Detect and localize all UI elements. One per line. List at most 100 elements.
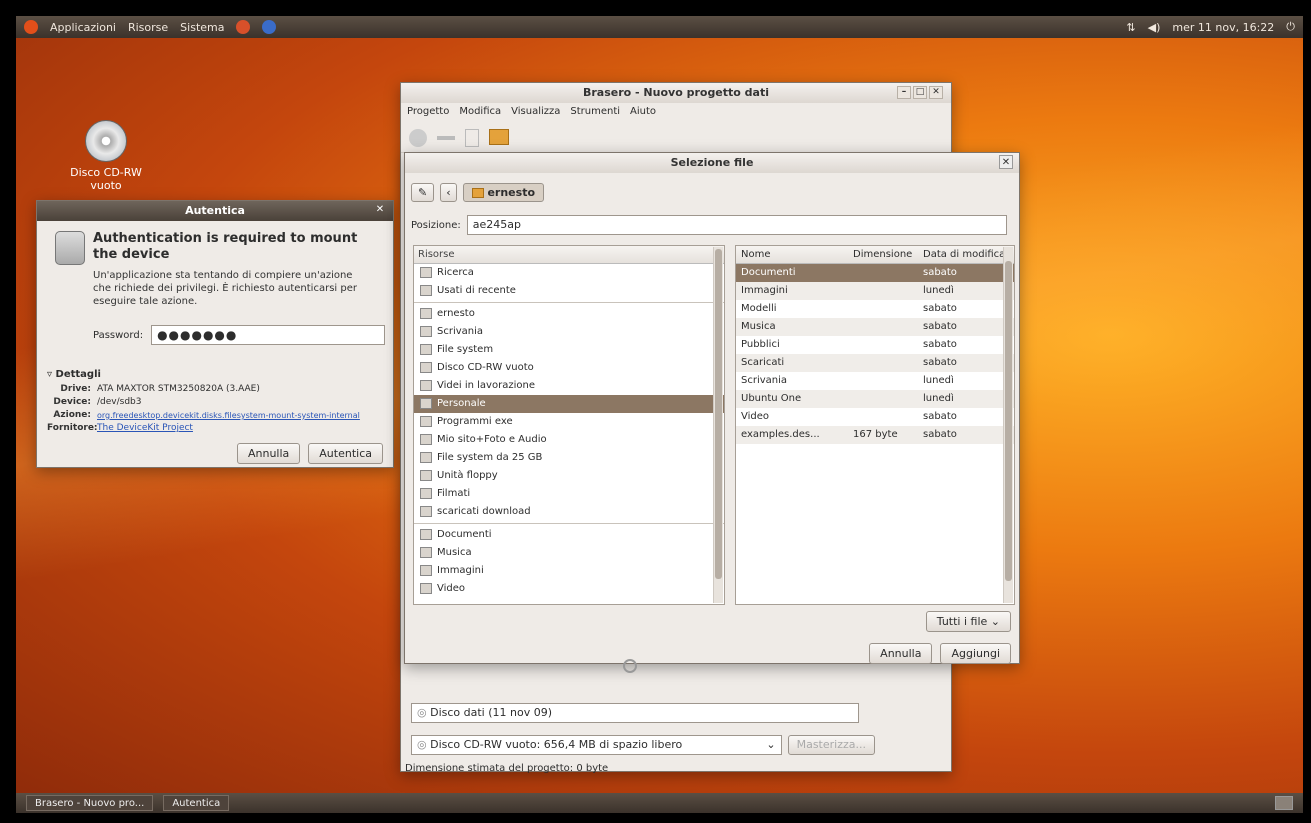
power-icon[interactable]: ⏻ bbox=[1286, 20, 1295, 34]
sidebar-item-videi-in-lavorazione[interactable]: Videi in lavorazione bbox=[414, 377, 724, 395]
drive-icon bbox=[420, 379, 432, 391]
sidebar-item-unit-floppy[interactable]: Unità floppy bbox=[414, 467, 724, 485]
firefox-icon[interactable] bbox=[236, 20, 251, 34]
close-icon[interactable]: ✕ bbox=[373, 203, 387, 217]
menu-risorse[interactable]: Risorse bbox=[128, 21, 168, 34]
sidebar-item-usati-di-recente[interactable]: Usati di recente bbox=[414, 282, 724, 300]
desktop-icon-cd[interactable]: Disco CD-RW vuoto bbox=[56, 120, 156, 192]
sidebar-item-mio-sito-foto-e-audio[interactable]: Mio sito+Foto e Audio bbox=[414, 431, 724, 449]
file-row[interactable]: examples.des... 167 byte sabato bbox=[736, 426, 1014, 444]
file-name: Video bbox=[741, 411, 770, 422]
file-row[interactable]: Scrivania lunedì bbox=[736, 372, 1014, 390]
sidebar-item-documenti[interactable]: Documenti bbox=[414, 526, 724, 544]
auth-cancel-button[interactable]: Annulla bbox=[236, 443, 301, 464]
add-button[interactable]: Aggiungi bbox=[940, 643, 1011, 664]
sidebar-item-video[interactable]: Video bbox=[414, 580, 724, 598]
file-date: lunedì bbox=[923, 393, 954, 404]
workspace-switcher-icon[interactable] bbox=[1275, 796, 1293, 810]
menu-applicazioni[interactable]: Applicazioni bbox=[50, 21, 116, 34]
cancel-button[interactable]: Annulla bbox=[869, 643, 933, 664]
file-row[interactable]: Musica sabato bbox=[736, 318, 1014, 336]
taskbar-item-autentica[interactable]: Autentica bbox=[163, 795, 230, 811]
places-scrollbar[interactable] bbox=[713, 247, 723, 603]
brasero-titlebar[interactable]: Brasero - Nuovo progetto dati – □ ✕ bbox=[401, 83, 951, 103]
sidebar-item-ernesto[interactable]: ernesto bbox=[414, 305, 724, 323]
sidebar-item-scrivania[interactable]: Scrivania bbox=[414, 323, 724, 341]
help-icon[interactable] bbox=[262, 20, 277, 34]
file-chooser-titlebar[interactable]: Selezione file ✕ bbox=[405, 153, 1019, 173]
taskbar-item-brasero[interactable]: Brasero - Nuovo pro... bbox=[26, 795, 154, 811]
drive-icon bbox=[420, 343, 432, 355]
col-dimensione[interactable]: Dimensione bbox=[848, 246, 918, 263]
menu-modifica[interactable]: Modifica bbox=[459, 106, 501, 120]
file-row[interactable]: Documenti sabato bbox=[736, 264, 1014, 282]
folder-icon bbox=[420, 528, 432, 540]
menu-visualizza[interactable]: Visualizza bbox=[511, 106, 560, 120]
location-label: Posizione: bbox=[411, 219, 461, 231]
col-nome[interactable]: Nome bbox=[736, 246, 848, 263]
edit-path-icon[interactable]: ✎ bbox=[411, 183, 435, 202]
drive-icon bbox=[420, 451, 432, 463]
filter-select[interactable]: Tutti i file ⌄ bbox=[925, 611, 1011, 632]
menu-sistema[interactable]: Sistema bbox=[180, 21, 224, 34]
ubuntu-logo-icon[interactable] bbox=[24, 20, 38, 34]
file-row[interactable]: Video sabato bbox=[736, 408, 1014, 426]
maximize-icon[interactable]: □ bbox=[913, 86, 927, 99]
password-field[interactable]: ●●●●●●● bbox=[151, 325, 386, 345]
places-header[interactable]: Risorse bbox=[414, 246, 724, 264]
file-row[interactable]: Ubuntu One lunedì bbox=[736, 390, 1014, 408]
files-scrollbar[interactable] bbox=[1003, 247, 1013, 603]
close-icon[interactable]: ✕ bbox=[929, 86, 943, 99]
auth-titlebar[interactable]: Autentica ✕ bbox=[37, 201, 393, 221]
clock[interactable]: mer 11 nov, 16:22 bbox=[1172, 21, 1274, 34]
remove-icon[interactable] bbox=[437, 136, 455, 140]
auth-ok-button[interactable]: Autentica bbox=[308, 443, 383, 464]
sidebar-item-ricerca[interactable]: Ricerca bbox=[414, 264, 724, 282]
minimize-icon[interactable]: – bbox=[897, 86, 911, 99]
file-chooser-dialog: Selezione file ✕ ✎ ‹ ernesto Posizione: … bbox=[404, 152, 1020, 673]
detail-vendor[interactable]: Fornitore: The DeviceKit Project bbox=[47, 422, 387, 435]
detail-action[interactable]: Azione: org.freedesktop.devicekit.disks.f… bbox=[47, 409, 387, 422]
file-name: Pubblici bbox=[741, 339, 780, 350]
brasero-menubar: Progetto Modifica Visualizza Strumenti A… bbox=[401, 103, 951, 123]
network-icon[interactable]: ⇅ bbox=[1126, 21, 1135, 34]
menu-progetto[interactable]: Progetto bbox=[407, 106, 449, 120]
details-expander: Dettagli bbox=[55, 369, 101, 380]
file-list: Nome Dimensione Data di modifica Documen… bbox=[735, 245, 1015, 605]
burn-button[interactable]: Masterizza... bbox=[787, 735, 875, 755]
file-row[interactable]: Modelli sabato bbox=[736, 300, 1014, 318]
detail-device: Device:/dev/sdb3 bbox=[53, 397, 142, 407]
detail-drive: Drive: ATA MAXTOR STM3250820A (3.AAE) bbox=[60, 384, 260, 394]
sidebar-item-file-system-da-25-gb[interactable]: File system da 25 GB bbox=[414, 449, 724, 467]
add-icon[interactable] bbox=[409, 129, 427, 147]
menu-aiuto[interactable]: Aiuto bbox=[630, 106, 656, 120]
sidebar-item-filmati[interactable]: Filmati bbox=[414, 485, 724, 503]
sidebar-item-personale[interactable]: Personale bbox=[414, 395, 724, 413]
file-date: sabato bbox=[923, 267, 957, 278]
sidebar-item-musica[interactable]: Musica bbox=[414, 544, 724, 562]
file-row[interactable]: Immagini lunedì bbox=[736, 282, 1014, 300]
file-date: sabato bbox=[923, 321, 957, 332]
sidebar-item-immagini[interactable]: Immagini bbox=[414, 562, 724, 580]
sidebar-item-scaricati-download[interactable]: scaricati download bbox=[414, 503, 724, 521]
sidebar-item-file-system[interactable]: File system bbox=[414, 341, 724, 359]
sidebar-item-disco-cd-rw-vuoto[interactable]: Disco CD-RW vuoto bbox=[414, 359, 724, 377]
file-size bbox=[848, 372, 918, 390]
target-drive-select[interactable]: ◎ Disco CD-RW vuoto: 656,4 MB di spazio … bbox=[411, 735, 782, 755]
col-data[interactable]: Data di modifica bbox=[918, 246, 1008, 263]
file-row[interactable]: Scaricati sabato bbox=[736, 354, 1014, 372]
home-folder-icon bbox=[471, 188, 484, 198]
close-icon[interactable]: ✕ bbox=[999, 155, 1013, 169]
location-input[interactable]: ae245ap bbox=[466, 215, 1007, 235]
cd-icon bbox=[420, 361, 432, 373]
path-left-arrow-icon[interactable]: ‹ bbox=[440, 183, 457, 202]
volume-icon[interactable]: ◀) bbox=[1148, 21, 1161, 34]
menu-strumenti[interactable]: Strumenti bbox=[570, 106, 620, 120]
file-date: sabato bbox=[923, 339, 957, 350]
file-name: Scaricati bbox=[741, 357, 785, 368]
clear-icon[interactable] bbox=[465, 129, 479, 147]
new-folder-icon[interactable] bbox=[489, 129, 509, 145]
sidebar-item-programmi-exe[interactable]: Programmi exe bbox=[414, 413, 724, 431]
file-size bbox=[848, 390, 918, 408]
file-row[interactable]: Pubblici sabato bbox=[736, 336, 1014, 354]
